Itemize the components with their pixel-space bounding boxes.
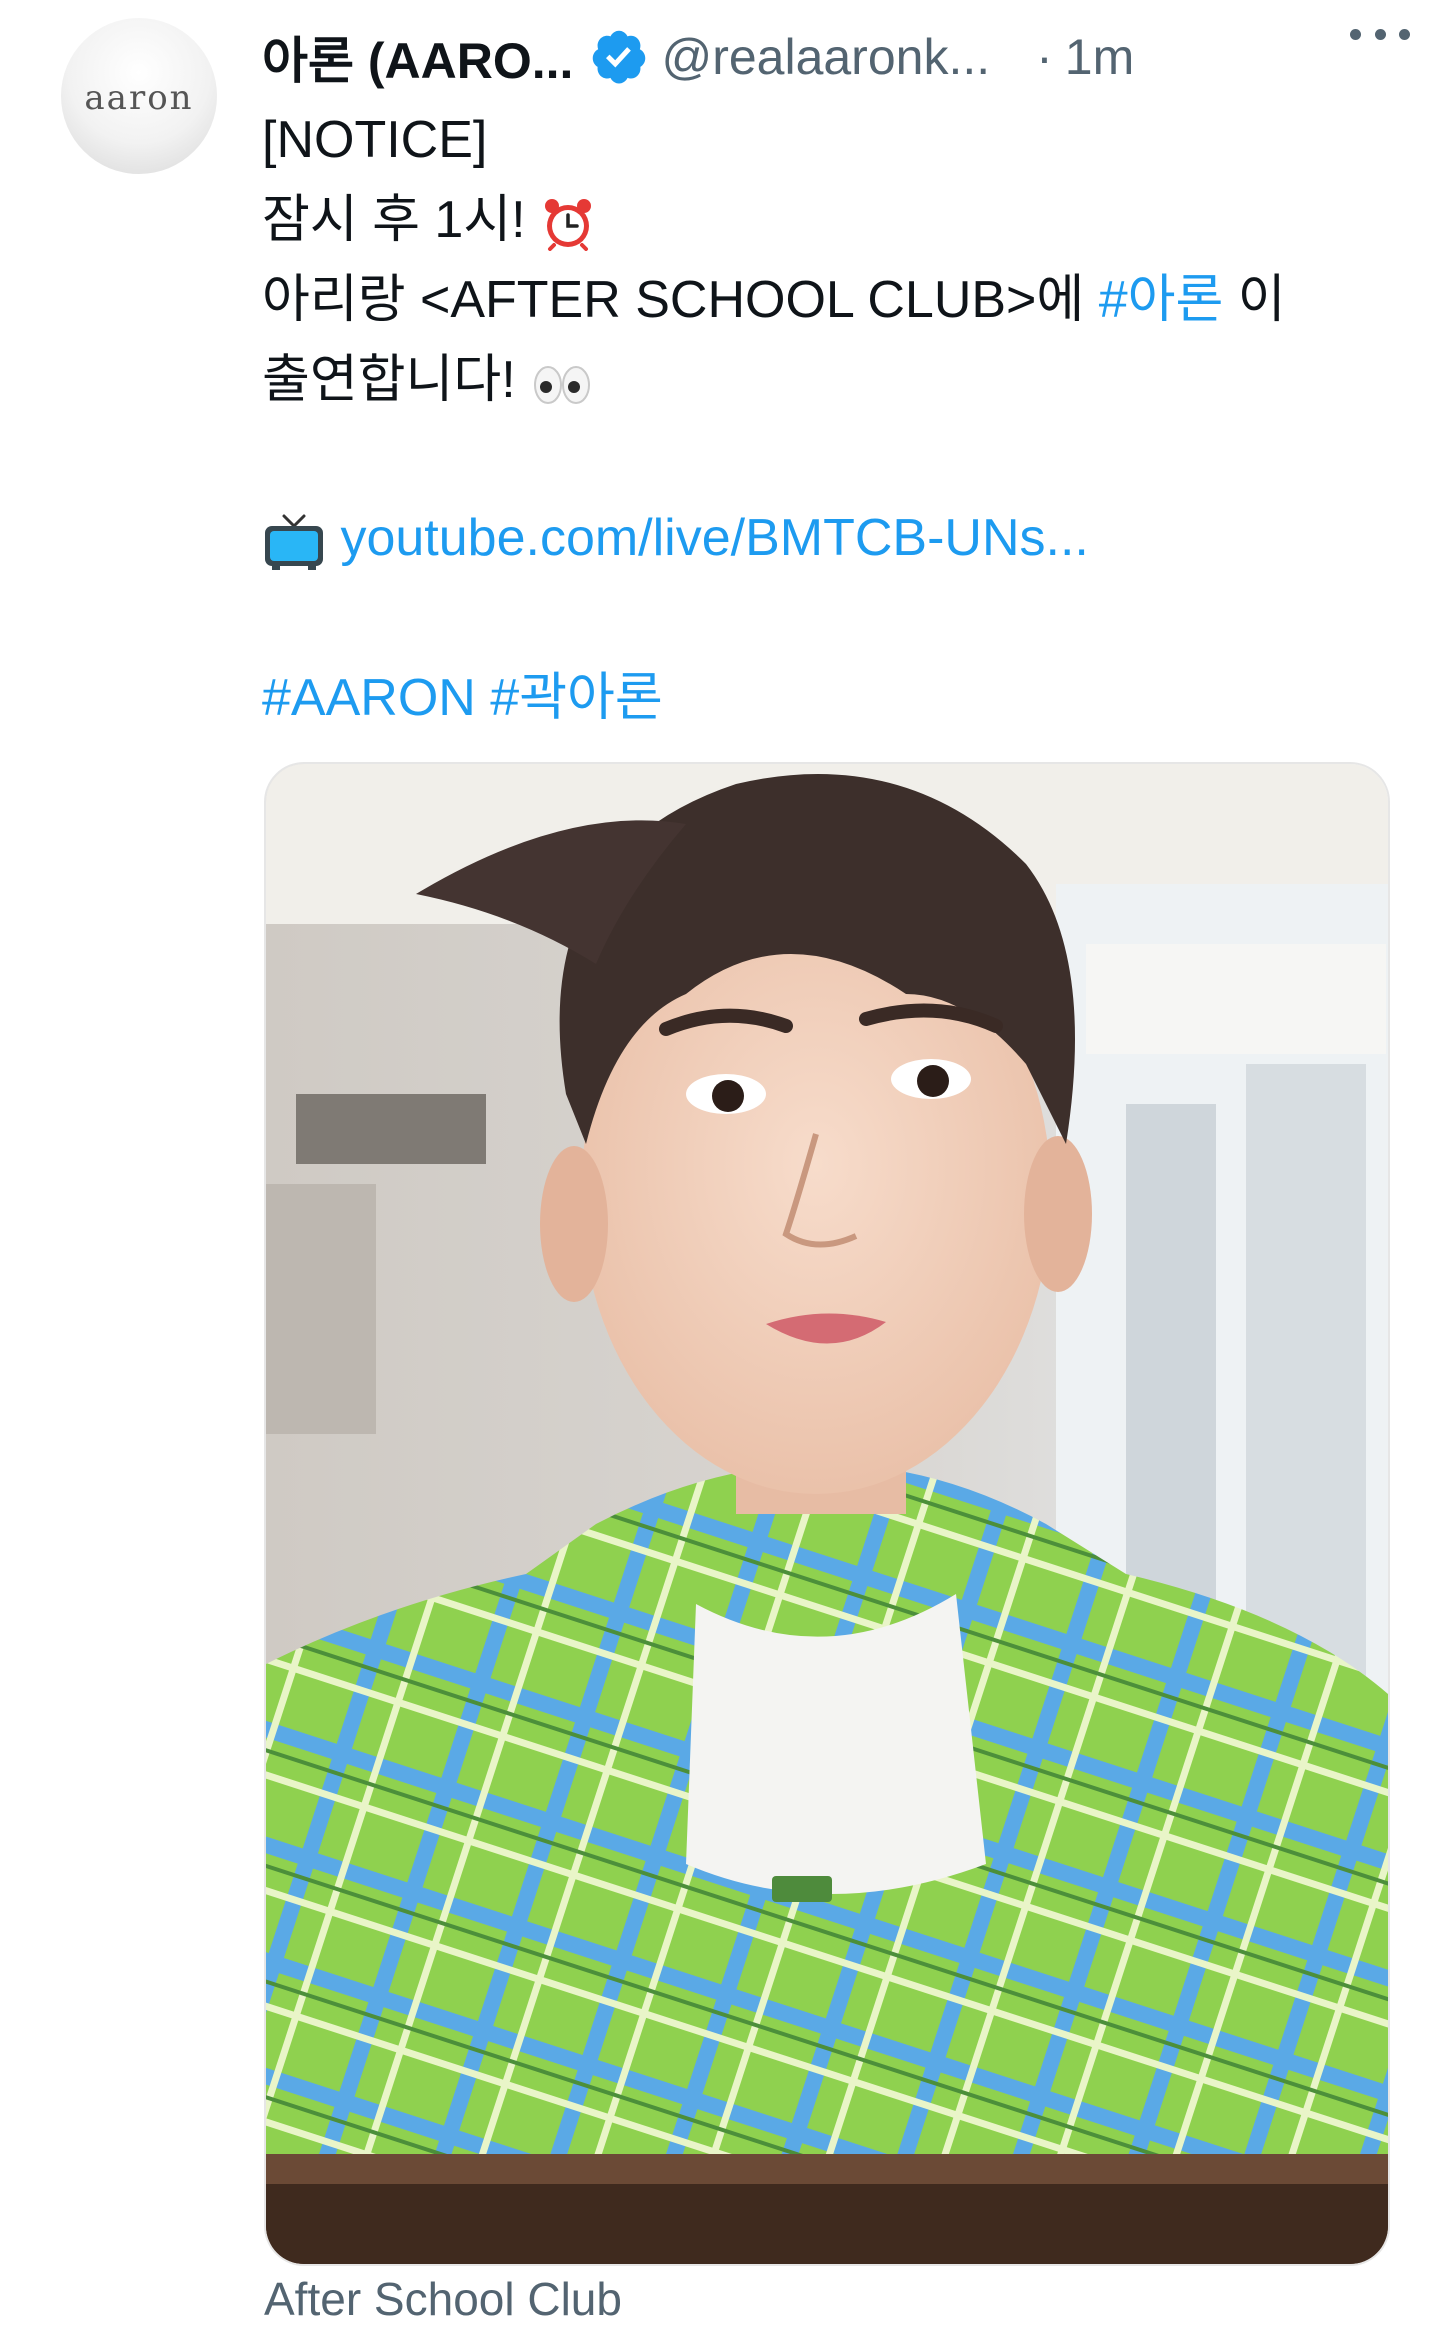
soon-text: 잠시 후 1시! (262, 191, 526, 249)
avatar[interactable]: aaron (61, 18, 217, 174)
appears-text: 출연합니다! (262, 351, 516, 409)
more-options-icon[interactable] (1350, 14, 1410, 54)
tweet-photo[interactable] (264, 762, 1390, 2266)
timestamp[interactable]: 1m (1065, 28, 1134, 86)
tweet-text: [NOTICE] 잠시 후 1시! 아리랑 <AFTER SCHOOL CLUB… (262, 100, 1392, 738)
tv-icon (265, 514, 323, 571)
avatar-logo-text: aaron (84, 78, 194, 118)
notice-text: [NOTICE] (262, 111, 488, 169)
selfie-photo-image (266, 764, 1388, 2264)
hashtag-aaron-kr[interactable]: #아론 (1099, 271, 1224, 329)
text-line-soon: 잠시 후 1시! (262, 180, 1392, 260)
text-line-link: youtube.com/live/BMTCB-UNs... (262, 498, 1392, 578)
separator-dot: · (1036, 29, 1053, 85)
blank-line-2 (262, 578, 1392, 658)
media-caption: After School Club (264, 2273, 622, 2325)
author-handle[interactable]: @realaaronk... (661, 28, 990, 86)
text-line-appearance: 아리랑 <AFTER SCHOOL CLUB>에 #아론 이 (262, 260, 1392, 340)
youtube-link[interactable]: youtube.com/live/BMTCB-UNs... (340, 509, 1088, 567)
verified-badge-icon (593, 30, 646, 84)
eyes-icon (534, 366, 591, 405)
text-line-appears: 출연합니다! (262, 340, 1392, 420)
author-name[interactable]: 아론 (AARO... (262, 21, 573, 93)
alarm-clock-icon (545, 199, 592, 252)
line3-suffix: 이 (1223, 271, 1286, 329)
tweet-header: 아론 (AARO... @realaaronk... · 1m (262, 22, 1412, 92)
hashtag-aaron[interactable]: #AARON (262, 669, 476, 727)
text-line-notice: [NOTICE] (262, 100, 1392, 180)
text-line-hashtags: #AARON #곽아론 (262, 658, 1392, 738)
hashtag-kwak-aaron[interactable]: #곽아론 (490, 669, 662, 727)
line3-prefix: 아리랑 <AFTER SCHOOL CLUB>에 (262, 271, 1099, 329)
